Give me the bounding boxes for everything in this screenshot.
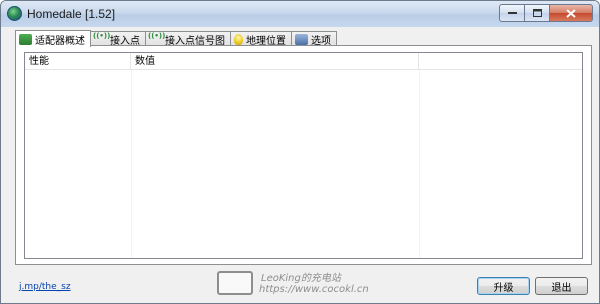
minimize-button[interactable] [499, 4, 525, 22]
column-header-value[interactable]: 数值 [131, 53, 419, 70]
list-header: 性能 数值 [25, 53, 582, 70]
watermark-logo [217, 271, 253, 295]
tab-label: 适配器概述 [35, 35, 85, 47]
caption-buttons [499, 4, 593, 22]
column-divider [419, 70, 420, 258]
globe-app-icon [7, 6, 22, 21]
location-icon [234, 33, 243, 45]
close-button[interactable] [550, 4, 593, 22]
signal-graph-icon [148, 32, 165, 45]
title-bar[interactable]: Homedale [1.52] [1, 1, 599, 27]
minimize-icon [507, 12, 517, 14]
properties-list[interactable]: 性能 数值 [24, 52, 583, 259]
upgrade-button[interactable]: 升级 [477, 277, 530, 295]
tab-access-points[interactable]: 接入点 [90, 31, 146, 47]
options-icon [295, 33, 308, 45]
window-title: Homedale [1.52] [27, 7, 116, 21]
adapter-icon [19, 33, 32, 45]
adapter-overview-panel: 性能 数值 [15, 45, 592, 265]
column-header-property[interactable]: 性能 [25, 53, 131, 70]
tab-location[interactable]: 地理位置 [230, 31, 292, 47]
maximize-button[interactable] [525, 4, 550, 22]
column-header-empty[interactable] [419, 53, 582, 70]
access-point-icon [93, 32, 110, 45]
watermark: LeoKing的充电站 https://www.cocokl.cn [215, 267, 385, 301]
close-icon [566, 8, 576, 18]
tab-signal-graph[interactable]: 接入点信号图 [145, 31, 231, 47]
tab-options[interactable]: 选项 [291, 31, 337, 47]
column-divider [131, 70, 132, 258]
tab-strip: 适配器概述 接入点 接入点信号图 地理位置 选项 [15, 29, 337, 47]
app-window: Homedale [1.52] 适配器概述 接入点 接入点信号图 [0, 0, 600, 304]
tab-adapter-overview[interactable]: 适配器概述 [15, 30, 91, 47]
watermark-url: https://www.cocokl.cn [259, 284, 369, 295]
watermark-text: LeoKing的充电站 [261, 273, 341, 284]
website-link[interactable]: j.mp/the_sz [19, 282, 71, 292]
exit-button[interactable]: 退出 [535, 277, 588, 295]
maximize-icon [532, 9, 542, 17]
